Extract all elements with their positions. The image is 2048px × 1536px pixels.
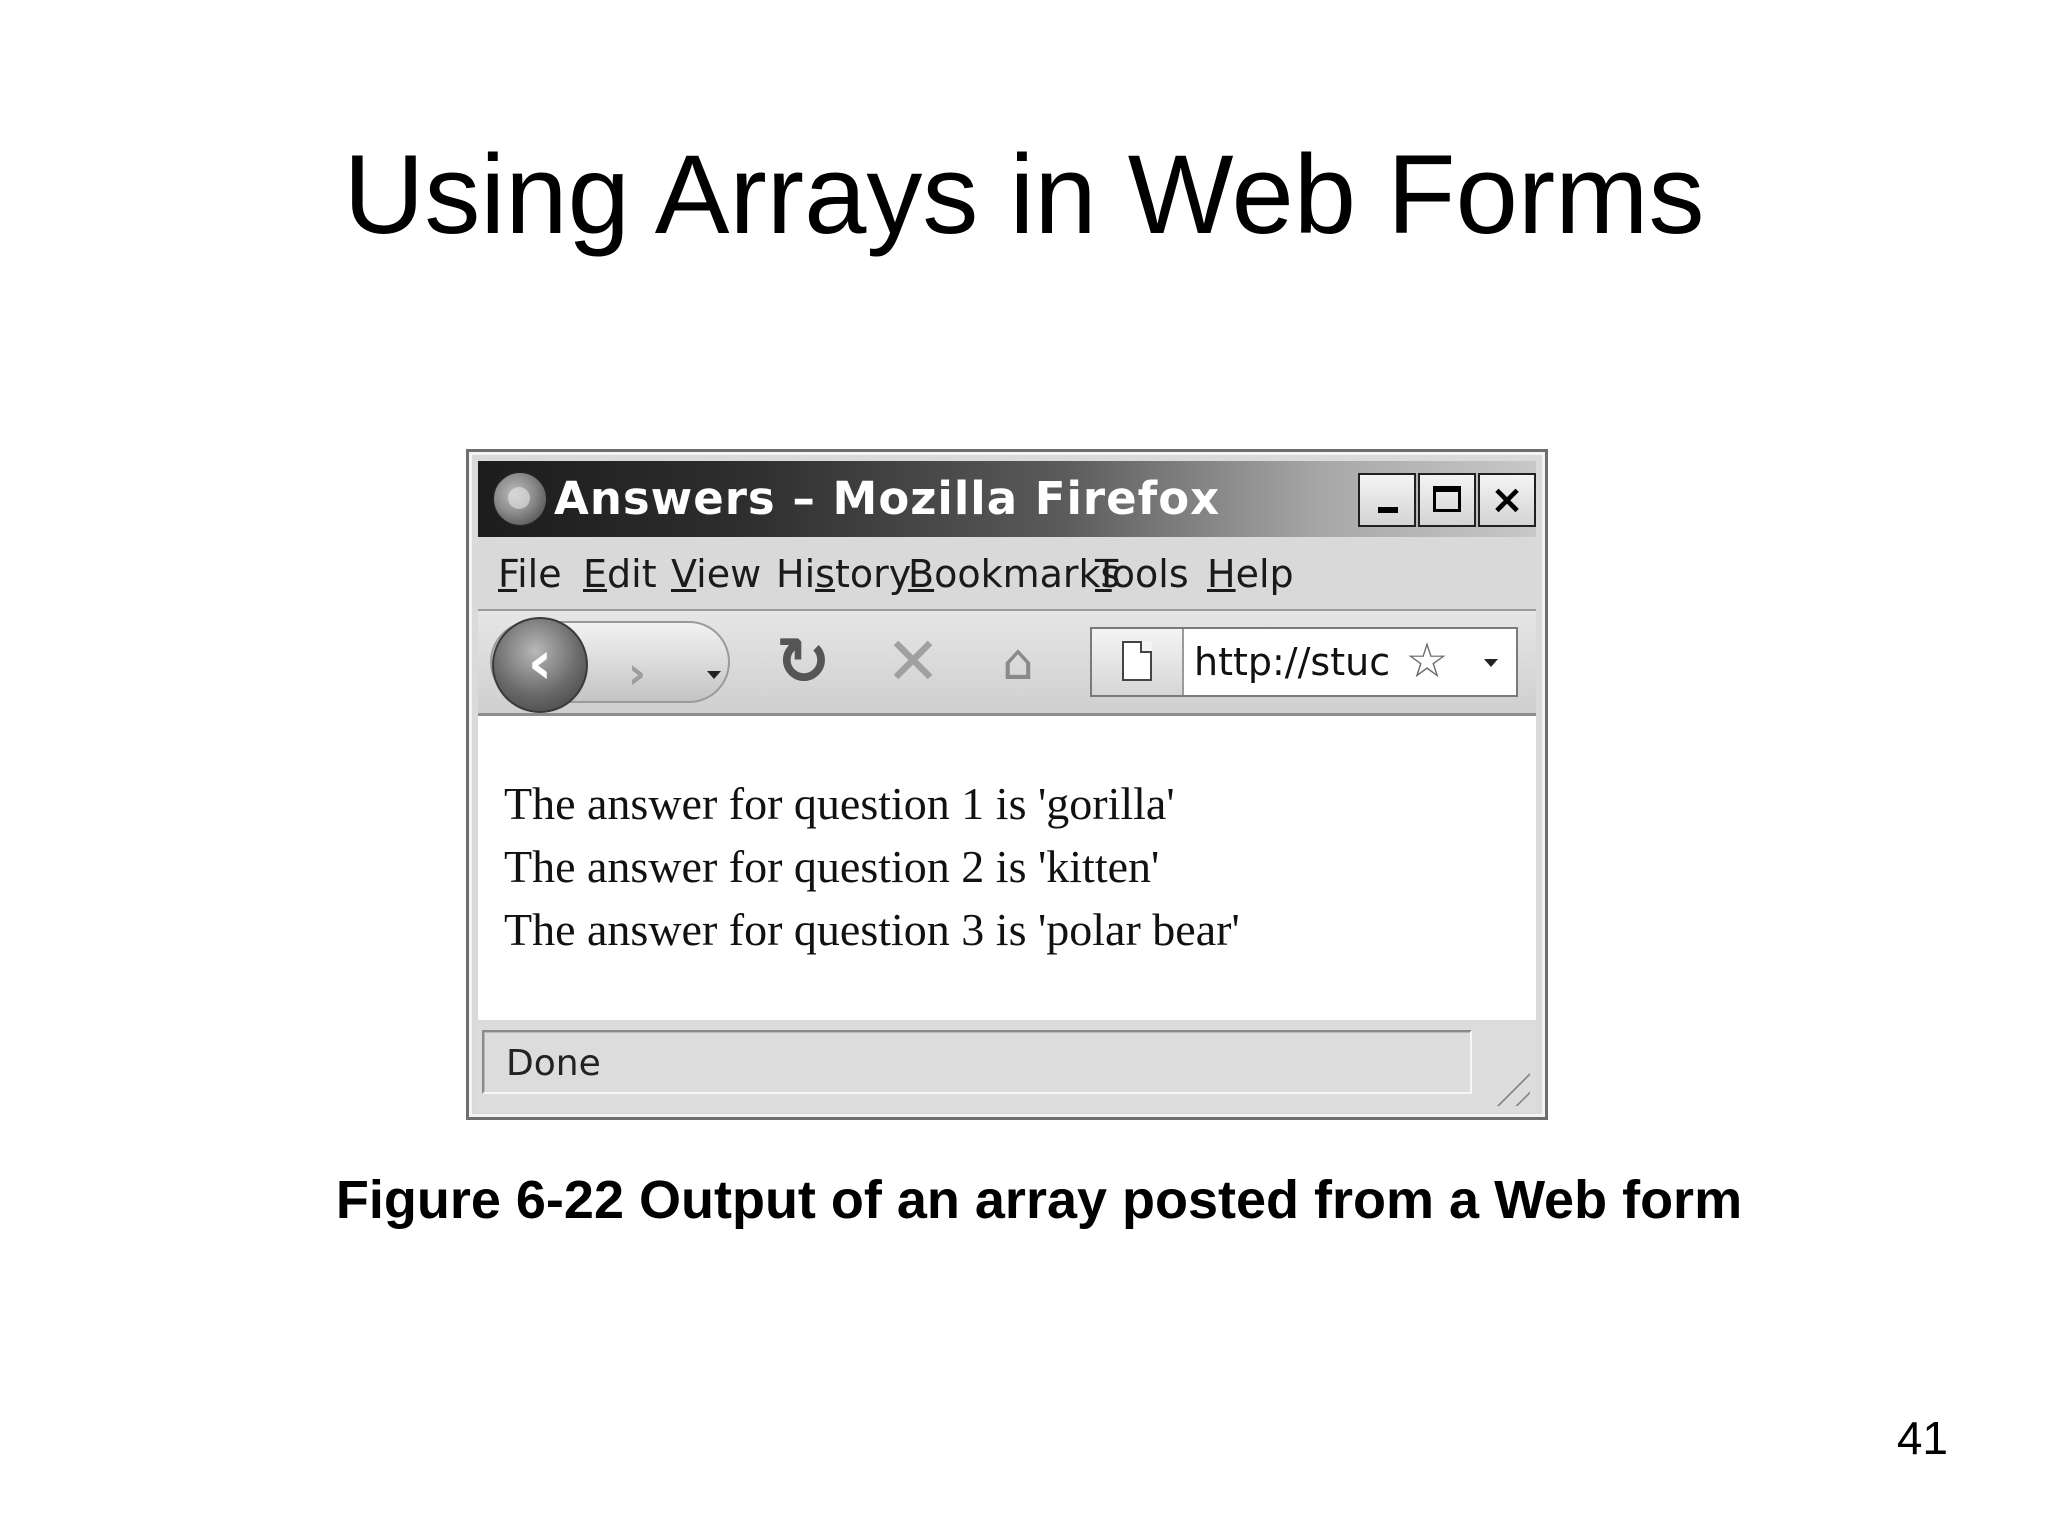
firefox-icon [492, 471, 548, 527]
menu-file[interactable]: File [498, 547, 562, 601]
window-title: Answers – Mozilla Firefox [554, 472, 1221, 525]
menu-history-label: tory [834, 552, 912, 596]
maximize-icon [1433, 486, 1461, 512]
url-dropdown-icon[interactable] [1484, 659, 1498, 667]
back-icon: ‹ [527, 628, 553, 698]
menu-file-label: ile [517, 552, 562, 596]
site-identity-button[interactable] [1092, 629, 1184, 695]
url-input[interactable]: http://stuc [1194, 629, 1394, 695]
menu-history-pre: Hi [776, 552, 816, 596]
forward-button[interactable]: › [610, 647, 664, 701]
home-button[interactable]: ⌂ [983, 627, 1053, 697]
menu-help[interactable]: Help [1207, 547, 1294, 601]
resize-grip-icon[interactable] [1490, 1066, 1530, 1106]
menu-help-label: elp [1235, 552, 1294, 596]
menu-tools-accel: T [1095, 552, 1112, 596]
forward-icon: › [627, 648, 647, 699]
menu-history[interactable]: History [776, 547, 911, 601]
status-text: Done [506, 1043, 601, 1084]
menu-view-accel: V [671, 552, 697, 596]
page-number: 41 [1896, 1412, 1948, 1464]
stop-button[interactable]: ✕ [878, 627, 948, 697]
menu-bookmarks[interactable]: Bookmarks [908, 547, 1120, 601]
reload-button[interactable]: ↻ [768, 627, 838, 697]
minimize-icon [1378, 507, 1398, 513]
answer-line-3: The answer for question 3 is 'polar bear… [504, 904, 1240, 955]
reload-icon: ↻ [775, 623, 831, 700]
figure-caption: Figure 6-22 Output of an array posted fr… [335, 1170, 1743, 1230]
status-bar: Done [478, 1022, 1536, 1112]
page-icon [1122, 641, 1152, 681]
menu-view[interactable]: View [671, 547, 761, 601]
minimize-button[interactable] [1358, 473, 1416, 527]
menu-history-accel: s [815, 552, 835, 596]
navigation-toolbar: › ‹ ↻ ✕ ⌂ http://stuc ☆ [478, 611, 1536, 716]
close-button[interactable]: × [1478, 473, 1536, 527]
menu-edit[interactable]: Edit [583, 547, 657, 601]
menu-tools[interactable]: Tools [1095, 547, 1189, 601]
stop-icon: ✕ [885, 623, 941, 700]
answer-line-2: The answer for question 2 is 'kitten' [504, 841, 1160, 892]
slide-title: Using Arrays in Web Forms [343, 132, 1705, 257]
maximize-button[interactable] [1418, 473, 1476, 527]
status-panel: Done [482, 1030, 1472, 1094]
url-bar[interactable]: http://stuc ☆ [1090, 627, 1518, 697]
menu-tools-label: ools [1111, 552, 1189, 596]
back-button[interactable]: ‹ [492, 617, 588, 713]
menu-bookmarks-accel: B [908, 552, 935, 596]
menu-edit-accel: E [583, 552, 608, 596]
menu-edit-label: dit [607, 552, 657, 596]
title-bar[interactable]: Answers – Mozilla Firefox × [478, 461, 1536, 537]
close-icon: × [1490, 477, 1524, 523]
menu-bar: File Edit View History Bookmarks Tools H… [478, 539, 1536, 611]
answer-line-1: The answer for question 1 is 'gorilla' [504, 778, 1175, 829]
page-content: The answer for question 1 is 'gorilla' T… [478, 716, 1536, 1020]
history-dropdown-icon[interactable] [707, 671, 721, 679]
home-icon: ⌂ [1002, 633, 1034, 691]
bookmark-star-icon[interactable]: ☆ [1397, 629, 1457, 695]
menu-bookmarks-label: ookmarks [934, 552, 1121, 596]
menu-file-accel: F [498, 552, 518, 596]
menu-help-accel: H [1207, 552, 1236, 596]
browser-window: Answers – Mozilla Firefox × File Edit Vi… [466, 449, 1548, 1120]
menu-view-label: iew [696, 552, 762, 596]
